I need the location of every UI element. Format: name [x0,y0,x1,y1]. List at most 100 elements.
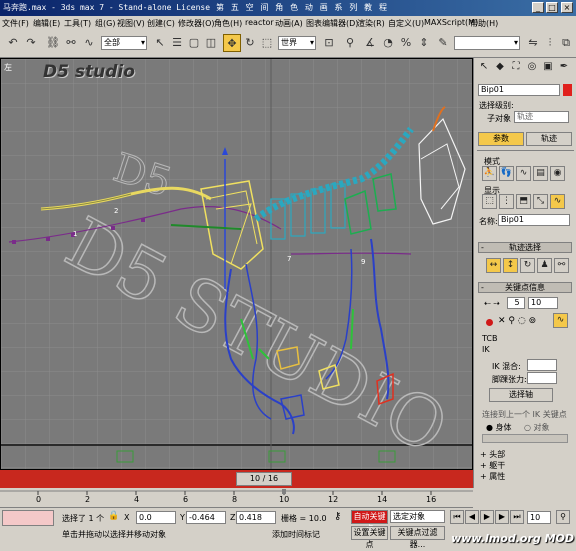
params-tab-button[interactable]: 参数 [478,132,524,146]
named-selection-select[interactable] [454,36,520,50]
symmetrical-icon[interactable]: ⚯ [554,258,569,273]
display-bones-icon[interactable]: ⬒ [516,194,531,209]
select-manipulate-icon[interactable]: ⚲ [341,34,359,52]
create-tab-icon[interactable]: ↖ [477,60,491,74]
menu-file[interactable]: 文件(F) [2,18,29,29]
key-number-field[interactable]: 5 [507,297,525,309]
layer-manager-icon[interactable]: ⧉ [557,34,575,52]
auto-key-button[interactable]: 自动关键点 [351,510,388,533]
x-coord-field[interactable]: 0.0 [136,511,176,524]
spinner-snap-icon[interactable]: ⇕ [415,34,433,52]
set-key-icon[interactable] [486,319,493,326]
body-radio[interactable]: ● 身体 [486,422,512,433]
menu-help[interactable]: 帮助(H) [470,18,498,29]
viewport-label[interactable]: 左 [4,62,12,73]
display-trails-icon[interactable]: ∿ [550,194,565,209]
body-rotation-icon[interactable]: ↻ [520,258,535,273]
select-move-icon[interactable]: ✥ [223,34,241,52]
prev-frame-icon[interactable]: ◀ [465,510,479,524]
key-trajectory-icon[interactable]: ∿ [553,313,568,328]
menu-tools[interactable]: 工具(T) [64,18,91,29]
goto-end-icon[interactable]: ⏭ [510,510,524,524]
menu-rendering[interactable]: 渲染(R) [357,18,385,29]
body-horizontal-icon[interactable]: ↔ [486,258,501,273]
hierarchy-tab-icon[interactable]: ⛶ [509,60,523,74]
object-color-swatch[interactable] [563,84,572,96]
play-icon[interactable]: ▶ [480,510,494,524]
modify-tab-icon[interactable]: ◆ [493,60,507,74]
key-icon[interactable]: ⚷ [334,511,341,522]
body-vertical-icon[interactable]: ↕ [503,258,518,273]
display-objects-icon[interactable]: ⬚ [482,194,497,209]
percent-snap-icon[interactable]: % [397,34,415,52]
sub-object-select[interactable]: 轨迹 [514,111,569,123]
menu-create[interactable]: 创建(C) [147,18,175,29]
mixer-mode-icon[interactable]: ▤ [533,166,548,181]
select-scale-icon[interactable]: ⬚ [258,34,276,52]
rect-select-icon[interactable]: ▢ [185,34,203,52]
menu-customize[interactable]: 自定义(U) [388,18,424,29]
minimize-button[interactable]: _ [532,2,544,13]
menu-character[interactable]: 角色(H) [214,18,242,29]
z-coord-field[interactable]: 0.418 [236,511,276,524]
time-slider-thumb[interactable]: 10 / 16 [236,472,292,486]
display-footsteps-icon[interactable]: ⋮ [499,194,514,209]
lock-com-keying-icon[interactable]: ♟ [537,258,552,273]
key-tools-icon[interactable]: ✕ ⚲ ◌ ⊚ [498,316,536,326]
torso-rollout[interactable]: + 躯干 [480,460,505,471]
redo-icon[interactable]: ↷ [22,34,40,52]
maxscript-listener[interactable] [2,510,54,526]
motion-flow-icon[interactable]: ∿ [516,166,531,181]
add-time-tag[interactable]: 添加时间标记 [272,529,320,540]
props-rollout[interactable]: + 属性 [480,471,505,482]
window-crossing-icon[interactable]: ◫ [202,34,220,52]
object-radio[interactable]: ○ 对象 [524,422,550,433]
unlink-icon[interactable]: ⚯ [62,34,80,52]
display-trajectories-icon[interactable]: ⤡ [533,194,548,209]
head-rollout[interactable]: + 头部 [480,449,505,460]
footstep-mode-icon[interactable]: 👣 [499,166,514,181]
y-coord-field[interactable]: -0.464 [186,511,226,524]
biped-name-field[interactable]: Bip01 [498,214,570,226]
snap-toggle-icon[interactable]: ∡ [361,34,379,52]
biped-playback-icon[interactable]: ◉ [550,166,565,181]
time-slider[interactable]: 10 / 16 [0,470,473,488]
select-pivot-button[interactable]: 选择轴 [489,388,553,402]
current-frame-field[interactable]: 10 [527,511,551,524]
utilities-tab-icon[interactable]: ✒ [557,60,571,74]
track-selection-rollout[interactable]: 轨迹选择 [478,242,572,253]
next-frame-icon[interactable]: ▶ [495,510,509,524]
goto-start-icon[interactable]: ⏮ [450,510,464,524]
select-by-name-icon[interactable]: ☰ [168,34,186,52]
bind-spacewarp-icon[interactable]: ∿ [80,34,98,52]
select-object-icon[interactable]: ↖ [151,34,169,52]
select-rotate-icon[interactable]: ↻ [241,34,259,52]
selected-set-select[interactable]: 选定对象 [390,510,445,523]
undo-icon[interactable]: ↶ [4,34,22,52]
trajectory-tab-button[interactable]: 轨迹 [526,132,572,146]
viewport-left[interactable]: D5 STUDIO D5 1 2 7 9 左 D5 studio [0,58,473,470]
key-info-rollout[interactable]: 关键点信息 [478,282,572,293]
menu-reactor[interactable]: reactor [245,18,274,27]
ref-coord-select[interactable]: 世界 [278,36,316,50]
menu-animation[interactable]: 动画(A) [275,18,303,29]
motion-tab-icon[interactable]: ◎ [525,60,539,74]
key-nav-icon[interactable]: ⇠ ⇢ [484,299,500,308]
figure-mode-icon[interactable]: ⛹ [482,166,497,181]
menu-modifiers[interactable]: 修改器(O) [178,18,215,29]
track-bar[interactable]: 0 2 4 6 8 10 12 14 16 [0,488,473,508]
join-prev-ik-checkbox[interactable]: 连接到上一个 IK 关键点 [482,409,567,420]
ik-rollout[interactable]: IK [482,345,490,354]
select-link-icon[interactable]: ⛓ [44,34,62,52]
menu-group[interactable]: 组(G) [95,18,115,29]
set-key-button[interactable]: 设置关键点 [351,526,388,549]
mirror-icon[interactable]: ⇋ [524,34,542,52]
menu-graph-editors[interactable]: 图表编辑器(D) [306,18,358,29]
key-time-field[interactable]: 10 [528,297,558,309]
object-name-field[interactable]: Bip01 [478,84,560,96]
display-tab-icon[interactable]: ▣ [541,60,555,74]
tcb-rollout[interactable]: TCB [482,334,498,343]
selection-filter-select[interactable]: 全部 [101,36,147,50]
lock-selection-icon[interactable]: 🔒 [108,511,119,521]
maximize-button[interactable]: □ [546,2,558,13]
